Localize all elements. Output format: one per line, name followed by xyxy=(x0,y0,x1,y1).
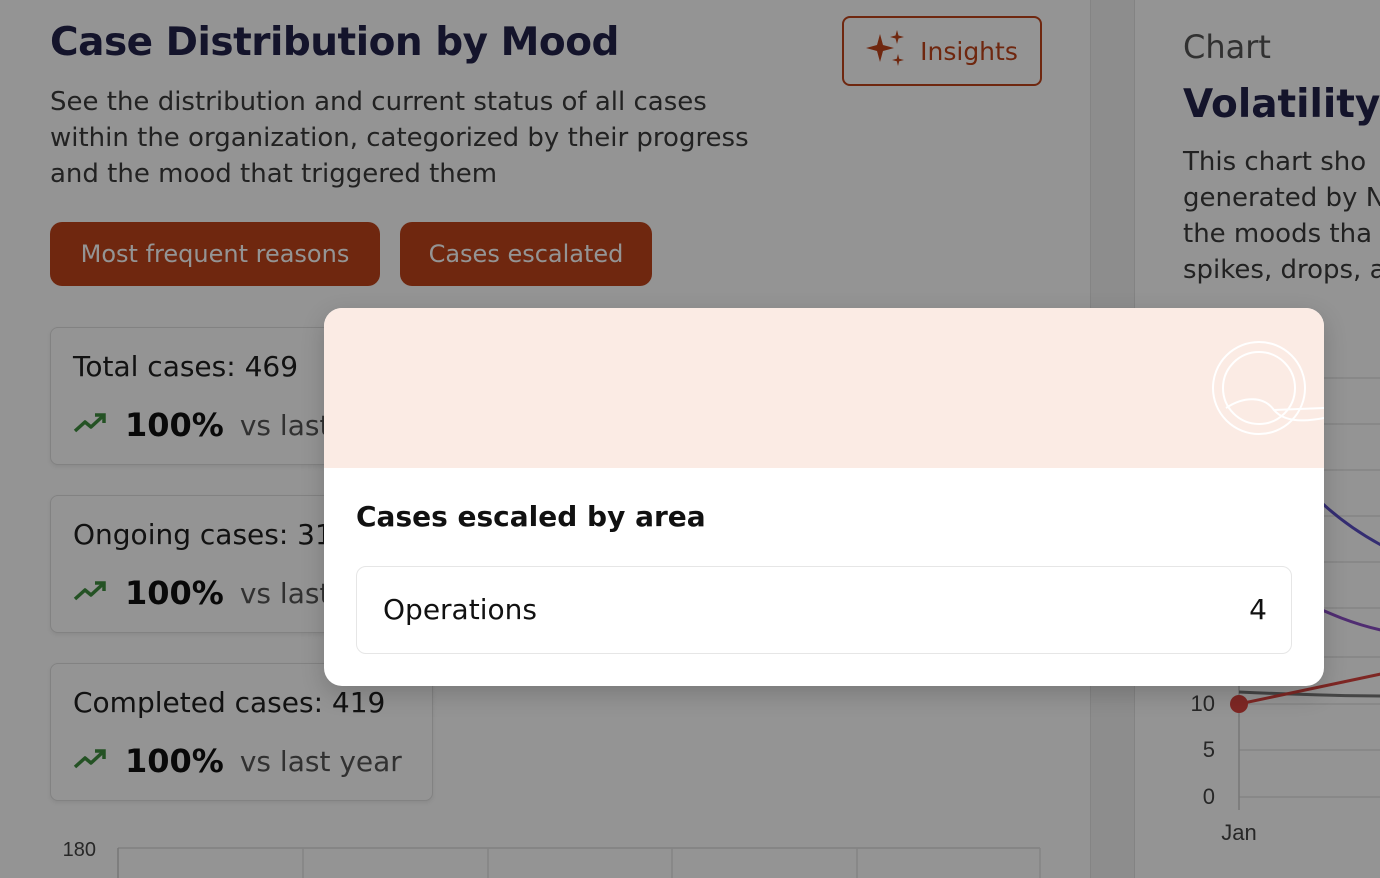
area-count: 4 xyxy=(1249,593,1267,626)
area-name: Operations xyxy=(383,593,537,626)
modal-title: Cases escaled by area xyxy=(356,500,706,533)
modal-header xyxy=(324,308,1324,468)
area-row[interactable]: Operations 4 xyxy=(356,566,1292,654)
cases-escalated-modal: Cases escaled by area Operations 4 xyxy=(324,308,1324,686)
